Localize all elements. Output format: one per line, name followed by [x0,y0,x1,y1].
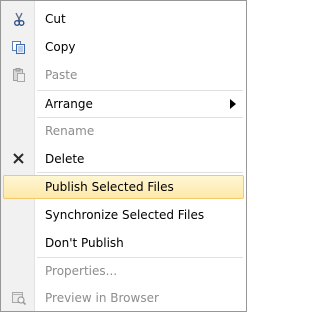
delete-x-icon [11,151,27,167]
menu-item-rename[interactable]: Rename [3,119,244,143]
context-menu: Cut Copy Paste Arrange Rename Delete Pub… [0,0,247,312]
menu-item-preview-in-browser[interactable]: Preview in Browser [3,286,244,310]
menu-item-dont-publish[interactable]: Don't Publish [3,231,244,255]
menu-item-synchronize-selected-files[interactable]: Synchronize Selected Files [3,203,244,227]
menu-separator [37,90,243,92]
submenu-arrow-icon [230,99,236,109]
menu-item-label: Rename [45,124,95,138]
menu-item-label: Don't Publish [45,236,124,250]
menu-item-label: Publish Selected Files [45,180,174,194]
preview-browser-icon [11,290,27,306]
menu-item-paste[interactable]: Paste [3,63,244,87]
menu-item-copy[interactable]: Copy [3,35,244,59]
menu-item-label: Delete [45,152,85,166]
menu-item-label: Synchronize Selected Files [45,208,205,222]
menu-item-arrange[interactable]: Arrange [3,92,244,116]
menu-separator [37,257,243,259]
menu-item-label: Cut [45,12,66,26]
menu-item-cut[interactable]: Cut [3,7,244,31]
menu-separator [37,172,243,174]
paste-icon [11,67,27,83]
menu-item-properties[interactable]: Properties... [3,259,244,283]
menu-item-delete[interactable]: Delete [3,147,244,171]
menu-item-label: Paste [45,68,78,82]
menu-item-label: Arrange [45,97,93,111]
copy-icon [11,39,27,55]
menu-item-label: Properties... [45,264,118,278]
menu-separator [37,117,243,119]
menu-item-label: Copy [45,40,76,54]
menu-item-publish-selected-files[interactable]: Publish Selected Files [3,175,244,199]
scissors-icon [11,11,27,27]
menu-item-label: Preview in Browser [45,291,159,305]
